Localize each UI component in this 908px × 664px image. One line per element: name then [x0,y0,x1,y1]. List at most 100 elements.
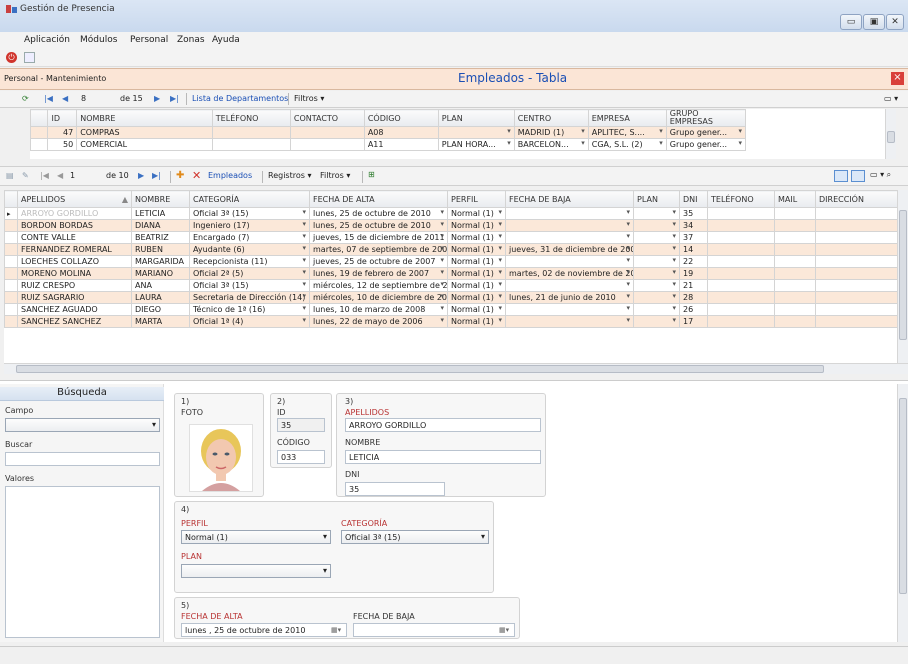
table-row[interactable]: LOECHES COLLAZO MARGARIDA Recepcionista (1… [4,255,908,268]
codigo-label: CÓDIGO [277,438,310,447]
perfil-select[interactable]: Normal (1) [181,530,331,544]
fecha-baja-label: FECHA DE BAJA [353,612,415,621]
records-button[interactable]: Registros ▾ [268,171,311,180]
table-row[interactable]: 47 COMPRAS A08 MADRID (1) APLITEC, S....… [30,126,747,139]
dept-position[interactable]: 8 [81,94,86,103]
save-icon[interactable]: ▤ [6,171,14,180]
emp-scrollbar-h[interactable] [4,363,908,374]
table-row[interactable]: SANCHEZ SANCHEZMARTAOficial 1ª (4)lunes,… [4,315,908,328]
plan-select[interactable] [181,564,331,578]
menu-personal[interactable]: Personal [130,35,168,45]
dept-toolbar: ⟳ |◀ ◀ 8 de 15 ▶ ▶| Lista de Departament… [0,91,908,108]
col-telefono[interactable]: TELÉFONO [211,109,291,127]
form-header: Personal - Mantenimiento Empleados - Tab… [0,68,908,90]
table-row[interactable]: RUIZ CRESPOANAOficial 3ª (15)miércoles, … [4,279,908,292]
col-centro[interactable]: CENTRO [513,109,589,127]
close-window-button[interactable]: ✕ [886,14,904,30]
emp-total: de 10 [106,171,129,180]
power-icon[interactable]: ⏻ [6,52,17,63]
emp-position[interactable]: 1 [70,171,75,180]
calendar-icon: ▦▾ [499,626,510,634]
next-record-icon[interactable]: ▶ [154,94,160,103]
departments-list-link[interactable]: Lista de Departamentos [192,94,288,103]
col-perfil[interactable]: PERFIL [447,190,506,208]
menu-aplicacion[interactable]: Aplicación [24,35,70,45]
col-categoria[interactable]: CATEGORÍA [189,190,310,208]
col-mail[interactable]: MAIL [774,190,816,208]
nombre-field[interactable]: LETICIA [345,450,541,464]
employee-photo[interactable] [189,424,253,492]
edit-icon[interactable]: ✎ [22,171,29,180]
buscar-input[interactable] [5,452,160,466]
detail-scrollbar[interactable] [897,384,908,642]
dept-scrollbar[interactable] [885,109,896,159]
dept-filters-button[interactable]: Filtros ▾ [294,94,324,103]
table-row[interactable]: FERNANDEZ ROMERALRUBENAyudante (6)martes… [4,243,908,256]
table-row[interactable]: CONTE VALLEBEATRIZEncargado (7)jueves, 1… [4,231,908,244]
maximize-button[interactable]: ▣ [863,14,885,30]
col-dni[interactable]: DNI [679,190,708,208]
table-row[interactable]: BORDON BORDASDIANAIngeniero (17)lunes, 2… [4,219,908,232]
grid-icon[interactable] [24,52,35,63]
categoria-select[interactable]: Oficial 3ª (15) [341,530,489,544]
plan-label: PLAN [181,552,202,561]
dates-group: 5) FECHA DE ALTA lunes , 25 de octubre d… [174,597,520,639]
view-options-icon[interactable]: ▭ ▾ ⌕ [870,170,891,180]
campo-select[interactable] [5,418,160,432]
profile-group: 4) PERFIL Normal (1) CATEGORÍA Oficial 3… [174,501,494,593]
campo-label: Campo [5,406,34,415]
menu-modulos[interactable]: Módulos [80,35,117,45]
add-icon[interactable]: ✚ [176,170,184,181]
close-form-button[interactable]: × [891,72,904,85]
col-id[interactable]: ID [47,109,78,127]
dni-field[interactable]: 35 [345,482,445,496]
apellidos-field[interactable]: ARROYO GORDILLO [345,418,541,432]
col-apellidos[interactable]: APELLIDOS ▲ [17,190,132,208]
search-panel: Búsqueda Campo Buscar Valores [0,384,164,642]
refresh-icon[interactable]: ⟳ [22,94,29,103]
col-plan[interactable]: PLAN [633,190,680,208]
employees-link[interactable]: Empleados [208,171,252,180]
last-emp-icon[interactable]: ▶| [152,171,161,180]
col-nombre[interactable]: NOMBRE [76,109,213,127]
last-record-icon[interactable]: ▶| [170,94,179,103]
table-row[interactable]: 50 COMERCIAL A11 PLAN HORA... BARCELON..… [30,138,747,151]
first-emp-icon[interactable]: |◀ [40,171,49,180]
fecha-alta-picker[interactable]: lunes , 25 de octubre de 2010 ▦▾ [181,623,347,637]
prev-record-icon[interactable]: ◀ [62,94,68,103]
table-row[interactable]: MORENO MOLINAMARIANOOficial 2ª (5)lunes,… [4,267,908,280]
prev-emp-icon[interactable]: ◀ [57,171,63,180]
col-contacto[interactable]: CONTACTO [289,109,365,127]
emp-scrollbar-v[interactable] [897,190,908,364]
col-fecha-baja[interactable]: FECHA DE BAJA [505,190,634,208]
table-row[interactable]: RUIZ SAGRARIO LAURA Secretaria de Direcció… [4,291,908,304]
delete-icon[interactable]: ✕ [192,169,201,182]
table-row[interactable]: ▸ARROYO GORDILLOLETICIAOficial 3ª (15)lu… [4,207,908,220]
col-telefono[interactable]: TELÉFONO [707,190,775,208]
col-codigo[interactable]: CÓDIGO [363,109,439,127]
col-empresa[interactable]: EMPRESA [587,109,667,127]
valores-list[interactable] [5,486,160,638]
col-fecha-alta[interactable]: FECHA DE ALTA [309,190,448,208]
view-form-icon[interactable] [851,170,865,182]
name-group: 3) APELLIDOS ARROYO GORDILLO NOMBRE LETI… [336,393,546,497]
table-row[interactable]: SANCHEZ AGUADODIEGOTécnico de 1ª (16)lun… [4,303,908,316]
col-grupo-empresas[interactable]: GRUPO EMPRESAS [665,109,747,127]
apellidos-label: APELLIDOS [345,408,390,417]
minimize-button[interactable]: ▭ [840,14,862,30]
export-icon[interactable]: ⊞ [368,170,375,179]
menu-ayuda[interactable]: Ayuda [212,35,240,45]
emp-filters-button[interactable]: Filtros ▾ [320,171,350,180]
col-nombre[interactable]: NOMBRE [131,190,190,208]
next-emp-icon[interactable]: ▶ [138,171,144,180]
fecha-baja-picker[interactable]: ▦▾ [353,623,515,637]
view-table-icon[interactable] [834,170,848,182]
menu-bar: Aplicación Módulos Personal Zonas Ayuda [0,32,908,50]
codigo-field[interactable]: 033 [277,450,325,464]
layout-icon[interactable]: ▭ ▾ [884,94,898,103]
first-record-icon[interactable]: |◀ [44,94,53,103]
menu-zonas[interactable]: Zonas [177,35,205,45]
col-direccion[interactable]: DIRECCIÓN [815,190,908,208]
col-plan[interactable]: PLAN [437,109,515,127]
buscar-label: Buscar [5,440,33,449]
